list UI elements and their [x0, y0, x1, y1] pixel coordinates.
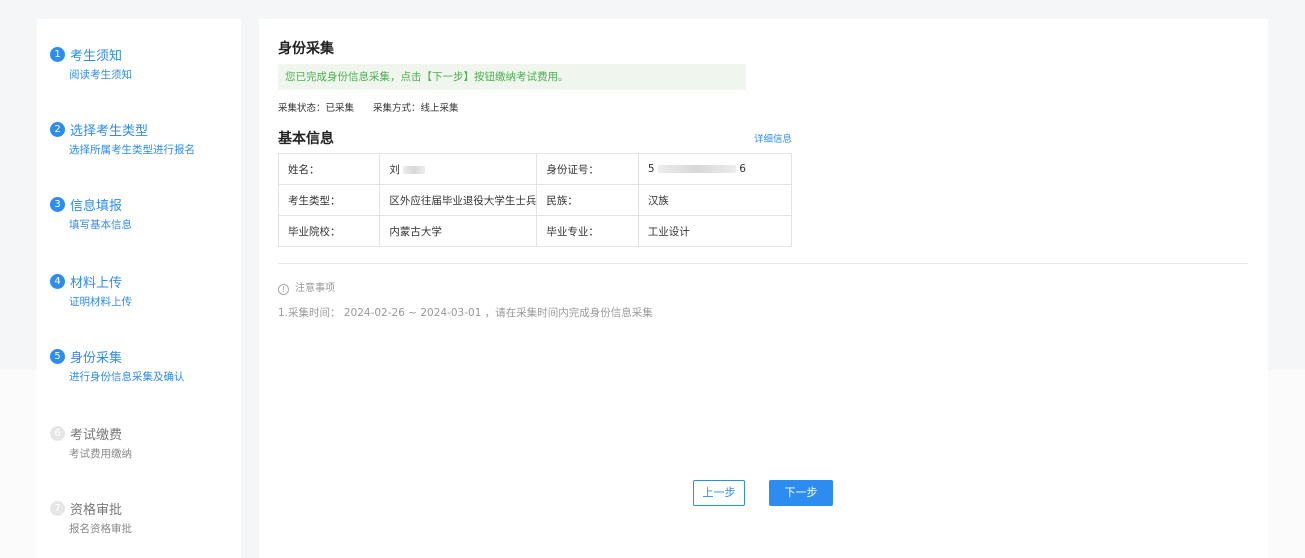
- basic-info-title: 基本信息: [278, 131, 334, 147]
- step-number-badge: 7: [50, 501, 65, 516]
- candidate-type-value: 区外应往届毕业退役大学生士兵: [379, 184, 538, 216]
- step-subtitle: 选择所属考生类型进行报名: [69, 144, 195, 156]
- step-title: 信息填报: [70, 199, 123, 214]
- ethnicity-label: 民族：: [536, 184, 639, 216]
- success-notice: 您已完成身份信息采集，点击【下一步】按钮缴纳考试费用。: [278, 64, 746, 90]
- name-text: 刘: [389, 163, 400, 176]
- major-label: 毕业专业：: [536, 215, 639, 247]
- id-number-value: 5 6: [637, 153, 793, 185]
- notes-line-1: 1.采集时间： 2024-02-26 ~ 2024-03-01 ，请在采集时间内…: [278, 307, 653, 319]
- step-number-badge: 4: [50, 274, 65, 289]
- step-number-badge: 6: [50, 426, 65, 441]
- step-number-badge: 1: [50, 47, 65, 62]
- table-row: 毕业院校： 内蒙古大学 毕业专业： 工业设计: [277, 215, 793, 247]
- section-divider: [278, 263, 1248, 264]
- step-title: 资格审批: [70, 503, 123, 518]
- name-label: 姓名：: [277, 153, 381, 185]
- notes-header-text: 注意事项: [295, 283, 335, 294]
- background-band-left: [0, 370, 37, 558]
- ethnicity-value: 汉族: [637, 184, 793, 216]
- step-subtitle: 阅读考生须知: [69, 69, 132, 81]
- detail-info-link[interactable]: 详细信息: [754, 131, 792, 145]
- step-title: 考生须知: [70, 49, 123, 64]
- info-circle-icon: !: [278, 284, 289, 295]
- step-subtitle: 进行身份信息采集及确认: [69, 371, 185, 383]
- collect-method: 采集方式：线上采集: [373, 103, 459, 114]
- id-number-end: 6: [739, 163, 746, 175]
- step-title: 材料上传: [70, 276, 123, 291]
- basic-info-table: 姓名： 刘 身份证号： 5 6 考生类型： 区外应往届毕业退役大学生士兵 民族：…: [277, 153, 793, 247]
- step-subtitle: 报名资格审批: [69, 523, 132, 535]
- major-value: 工业设计: [637, 215, 793, 247]
- name-value: 刘: [379, 153, 538, 185]
- step-subtitle: 填写基本信息: [69, 219, 132, 231]
- step-title: 身份采集: [70, 351, 123, 366]
- id-number-label: 身份证号：: [536, 153, 639, 185]
- school-value: 内蒙古大学: [379, 215, 538, 247]
- redaction-blur: [403, 165, 426, 174]
- candidate-type-label: 考生类型：: [277, 184, 381, 216]
- collect-status: 采集状态：已采集: [278, 103, 355, 114]
- id-number-start: 5: [647, 163, 655, 175]
- step-number-badge: 3: [50, 197, 65, 212]
- table-row: 姓名： 刘 身份证号： 5 6: [277, 153, 793, 185]
- step-number-badge: 5: [50, 349, 65, 364]
- redaction-blur: [657, 165, 736, 173]
- step-subtitle: 证明材料上传: [69, 296, 132, 308]
- step-title: 选择考生类型: [70, 124, 149, 139]
- step-subtitle: 考试费用缴纳: [69, 448, 132, 460]
- next-step-button[interactable]: 下一步: [769, 480, 833, 506]
- school-label: 毕业院校：: [277, 215, 381, 247]
- main-panel: 身份采集 您已完成身份信息采集，点击【下一步】按钮缴纳考试费用。 采集状态：已采…: [259, 19, 1268, 558]
- step-sidebar: 1 考生须知 阅读考生须知 2 选择考生类型 选择所属考生类型进行报名 3 信息…: [37, 19, 241, 558]
- background-band-right: [1268, 370, 1305, 558]
- notes-header: ! 注意事项: [278, 279, 335, 295]
- prev-step-button[interactable]: 上一步: [693, 480, 745, 506]
- page-title: 身份采集: [278, 41, 334, 57]
- step-title: 考试缴费: [70, 428, 123, 443]
- step-number-badge: 2: [50, 122, 65, 137]
- table-row: 考生类型： 区外应往届毕业退役大学生士兵 民族： 汉族: [277, 184, 793, 216]
